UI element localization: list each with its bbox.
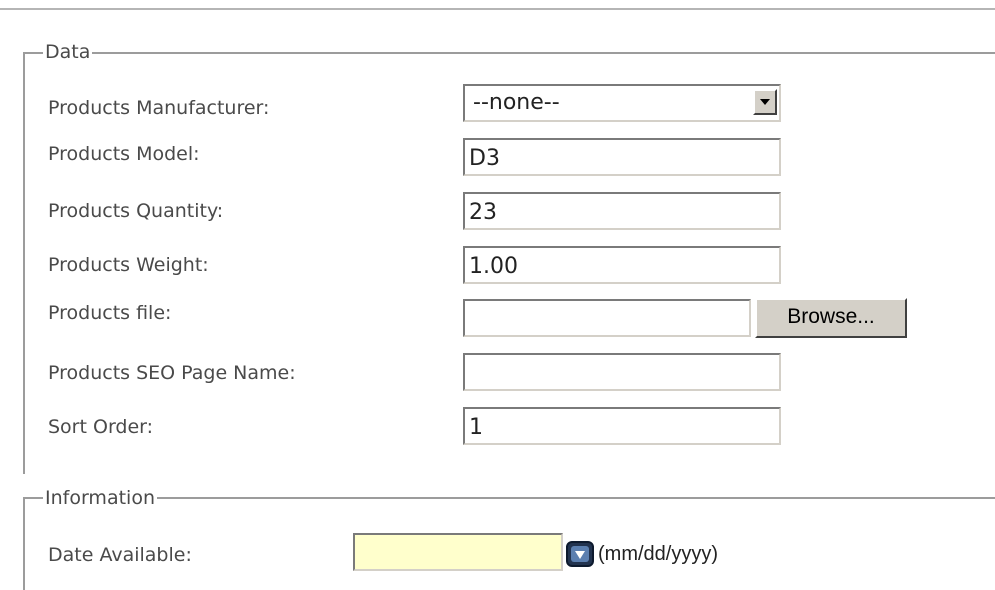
top-divider <box>0 8 995 10</box>
calendar-icon[interactable] <box>566 541 594 567</box>
quantity-label: Products Quantity: <box>48 200 224 222</box>
seo-name-label: Products SEO Page Name: <box>48 362 296 384</box>
information-fieldset-border-left <box>23 497 25 590</box>
data-legend: Data <box>43 41 93 63</box>
model-label: Products Model: <box>48 143 200 165</box>
manufacturer-select[interactable]: --none-- <box>463 84 781 122</box>
manufacturer-label: Products Manufacturer: <box>48 97 270 119</box>
quantity-input[interactable]: 23 <box>463 192 781 230</box>
date-available-input[interactable] <box>353 533 563 571</box>
data-fieldset-border-left <box>23 52 25 474</box>
manufacturer-selected-value: --none-- <box>473 90 560 115</box>
weight-input[interactable]: 1.00 <box>463 246 781 284</box>
information-fieldset-border-top <box>23 497 995 499</box>
seo-name-input[interactable] <box>463 353 781 391</box>
date-format-hint: (mm/dd/yyyy) <box>598 543 718 565</box>
sort-order-input[interactable]: 1 <box>463 407 781 445</box>
file-label: Products file: <box>48 302 172 324</box>
model-input[interactable]: D3 <box>463 138 781 176</box>
chevron-down-icon[interactable] <box>753 89 777 115</box>
data-fieldset-border-top <box>23 52 995 54</box>
sort-order-label: Sort Order: <box>48 416 154 438</box>
browse-button[interactable]: Browse... <box>755 298 907 338</box>
date-available-label: Date Available: <box>48 544 192 566</box>
file-input[interactable] <box>463 299 751 337</box>
weight-label: Products Weight: <box>48 254 209 276</box>
information-legend: Information <box>43 487 157 509</box>
